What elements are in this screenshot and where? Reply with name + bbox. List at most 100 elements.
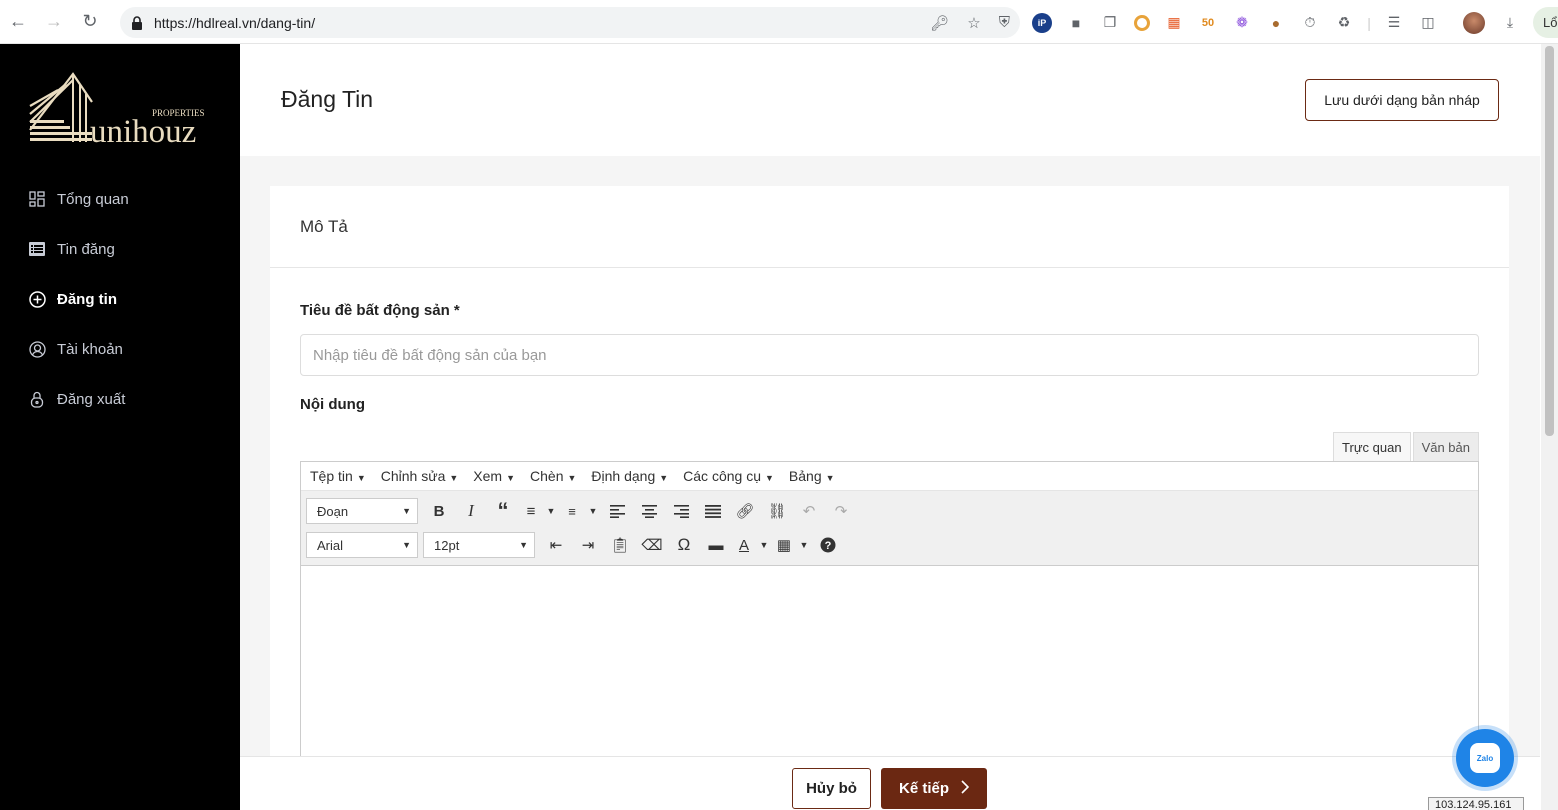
outdent-icon[interactable]: ⇤ <box>540 532 572 558</box>
menu-insert[interactable]: Chèn ▼ <box>530 468 576 484</box>
language-button[interactable]: Lổ <box>1533 7 1558 38</box>
puzzle-icon[interactable]: ♻︎ <box>1334 13 1354 33</box>
block-format-select[interactable]: Đoạn ▼ <box>306 498 418 524</box>
zalo-chat-button[interactable]: Zalo <box>1456 729 1514 787</box>
badge-extension-icon[interactable]: 50 <box>1198 13 1218 33</box>
playlist-icon[interactable]: ☰ <box>1384 13 1404 33</box>
rich-text-editor: Tệp tin ▼ Chỉnh sửa ▼ Xem ▼ Chèn ▼ Định dạng… <box>300 461 1479 791</box>
sidebar-item-label: Tài khoản <box>57 340 123 358</box>
scroll-thumb[interactable] <box>1545 46 1554 436</box>
profile-avatar[interactable] <box>1463 12 1485 34</box>
section-title: Mô Tả <box>270 186 1509 268</box>
sidebar: unihouz PROPERTIES Tổng quan Tin đăng Đă… <box>0 44 240 810</box>
page-header: Đăng Tin Lưu dưới dạng bản nháp <box>240 44 1540 156</box>
help-icon[interactable]: ? <box>812 532 844 558</box>
cookie-icon[interactable]: ● <box>1266 13 1286 33</box>
reload-icon[interactable]: ↻ <box>72 0 108 44</box>
sidebar-item-label: Đăng tin <box>57 290 117 308</box>
chrome-extension-icon[interactable] <box>1134 14 1150 31</box>
save-draft-button[interactable]: Lưu dưới dạng bản nháp <box>1305 79 1499 121</box>
font-size-select[interactable]: 12pt ▼ <box>423 532 535 558</box>
menu-tools[interactable]: Các công cụ ▼ <box>683 468 774 484</box>
bottom-action-bar: Hủy bỏ Kế tiếp <box>240 756 1540 810</box>
clear-formatting-icon[interactable]: ⌫ <box>636 532 668 558</box>
tab-text[interactable]: Văn bản <box>1412 432 1479 462</box>
sidebar-item-tin-dang[interactable]: Tin đăng <box>28 224 129 274</box>
sidebar-item-label: Tin đăng <box>57 240 115 258</box>
sidebar-item-dang-tin[interactable]: Đăng tin <box>28 274 129 324</box>
forward-icon[interactable]: → <box>36 0 72 44</box>
extension-icon[interactable]: ■ <box>1066 13 1086 33</box>
chevron-right-icon <box>961 779 970 798</box>
copy-icon[interactable]: ❐ <box>1100 13 1120 33</box>
ip-address-badge: 103.124.95.161 <box>1428 797 1524 810</box>
align-left-icon[interactable] <box>601 498 633 524</box>
caret-down-icon[interactable]: ▼ <box>756 532 772 558</box>
caret-down-icon[interactable]: ▼ <box>585 498 601 524</box>
blockquote-icon[interactable]: “ <box>487 498 519 524</box>
editor-mode-tabs: Trực quan Văn bản <box>1333 432 1479 462</box>
table-icon[interactable]: ▦ <box>772 532 796 558</box>
editor-menubar: Tệp tin ▼ Chỉnh sửa ▼ Xem ▼ Chèn ▼ Định dạng… <box>301 462 1478 491</box>
content-label: Nội dung <box>300 396 365 413</box>
menu-format[interactable]: Định dạng ▼ <box>591 468 668 484</box>
back-icon[interactable]: ← <box>0 0 36 44</box>
lock-icon <box>130 15 144 30</box>
next-button[interactable]: Kế tiếp <box>881 768 987 809</box>
special-character-icon[interactable]: Ω <box>668 532 700 558</box>
caret-down-icon[interactable]: ▼ <box>796 532 812 558</box>
indent-icon[interactable]: ⇥ <box>572 532 604 558</box>
divider-icon: | <box>1367 14 1371 31</box>
sidebar-item-tai-khoan[interactable]: Tài khoản <box>28 324 129 374</box>
svg-text:?: ? <box>825 540 832 552</box>
list-icon <box>28 240 46 258</box>
tab-visual[interactable]: Trực quan <box>1333 432 1411 462</box>
text-color-icon[interactable]: A <box>732 532 756 558</box>
sidebar-item-tong-quan[interactable]: Tổng quan <box>28 174 129 224</box>
menu-table[interactable]: Bảng ▼ <box>789 468 835 484</box>
numbered-list-icon[interactable]: ≡ <box>559 498 585 524</box>
caret-down-icon: ▼ <box>567 473 577 483</box>
undo-icon[interactable]: ↶ <box>793 498 825 524</box>
paste-text-icon[interactable]: 📋︎ <box>604 532 636 558</box>
sidepanel-icon[interactable]: ◫ <box>1418 13 1438 33</box>
layout-extension-icon[interactable]: ▦ <box>1164 13 1184 33</box>
bold-icon[interactable]: B <box>423 498 455 524</box>
address-bar[interactable]: https://hdlreal.vn/dang-tin/ 🔑︎ ☆ ⛨ <box>120 7 1020 38</box>
cancel-button[interactable]: Hủy bỏ <box>792 768 871 809</box>
property-title-input[interactable] <box>300 334 1479 376</box>
star-icon[interactable]: ☆ <box>967 14 980 32</box>
align-center-icon[interactable] <box>633 498 665 524</box>
caret-down-icon[interactable]: ▼ <box>543 498 559 524</box>
italic-icon[interactable]: I <box>455 498 487 524</box>
ip-extension-icon[interactable]: iP <box>1032 12 1052 33</box>
page-scrollbar[interactable] <box>1541 44 1558 810</box>
align-right-icon[interactable] <box>665 498 697 524</box>
sidebar-item-label: Tổng quan <box>57 190 129 208</box>
editor-content-area[interactable] <box>301 566 1478 766</box>
font-family-select[interactable]: Arial ▼ <box>306 532 418 558</box>
download-icon[interactable]: ⤓ <box>1500 12 1520 32</box>
redo-icon[interactable]: ↷ <box>825 498 857 524</box>
shield-icon[interactable]: ⛨ <box>999 14 1010 31</box>
bullet-list-icon[interactable]: ≡ <box>519 498 543 524</box>
puzzle-color-icon[interactable]: ❁ <box>1232 13 1252 33</box>
caret-down-icon: ▼ <box>449 473 459 483</box>
unihouz-logo[interactable]: unihouz PROPERTIES <box>28 72 214 150</box>
link-icon[interactable]: 🔗︎ <box>729 498 761 524</box>
editor-toolbar: Đoạn ▼ B I “ ≡ ▼ ≡ ▼ 🔗︎ ⛓︎ ↶ ↷ Arial ▼ 1… <box>301 491 1478 566</box>
align-justify-icon[interactable] <box>697 498 729 524</box>
page-title: Đăng Tin <box>281 86 374 112</box>
caret-down-icon: ▼ <box>825 473 835 483</box>
plus-circle-icon <box>28 290 46 308</box>
caret-down-icon: ▼ <box>764 473 774 483</box>
key-icon[interactable]: 🔑︎ <box>930 14 949 32</box>
horizontal-line-icon[interactable]: ▬ <box>700 532 732 558</box>
unlink-icon[interactable]: ⛓︎ <box>761 498 793 524</box>
logo-text: unihouz <box>90 114 196 146</box>
timer-icon[interactable]: ⏱︎ <box>1300 13 1320 33</box>
menu-edit[interactable]: Chỉnh sửa ▼ <box>381 468 459 484</box>
menu-view[interactable]: Xem ▼ <box>473 468 515 484</box>
sidebar-item-dang-xuat[interactable]: Đăng xuất <box>28 374 129 424</box>
menu-file[interactable]: Tệp tin ▼ <box>310 468 366 484</box>
